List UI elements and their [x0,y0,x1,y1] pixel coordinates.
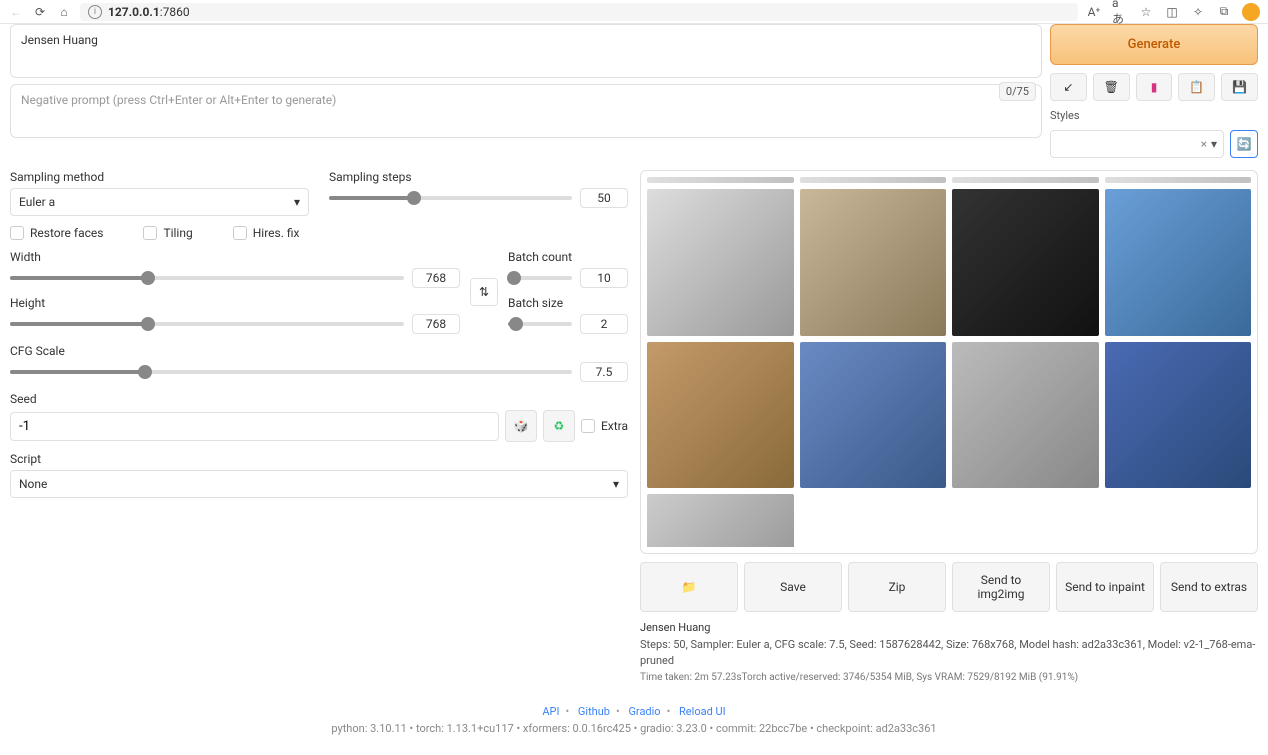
cfg-scale-value[interactable]: 7.5 [580,362,628,382]
sampling-method-label: Sampling method [10,170,309,184]
height-value[interactable]: 768 [412,314,460,334]
home-button[interactable]: ⌂ [56,4,72,20]
collections-icon[interactable]: ⧉ [1216,4,1232,20]
gallery-thumb[interactable] [952,177,1099,183]
seed-input[interactable] [10,412,499,441]
gallery-thumb[interactable] [1105,189,1252,336]
url-port: :7860 [160,5,190,19]
back-button[interactable]: ← [8,4,24,20]
footer-meta: python: 3.10.11 • torch: 1.13.1+cu117 • … [10,722,1258,735]
address-bar[interactable]: i 127.0.0.1:7860 [80,3,1078,21]
gallery-thumb[interactable] [800,189,947,336]
sampling-steps-value[interactable]: 50 [580,188,628,208]
url-host: 127.0.0.1 [108,5,160,19]
gallery-thumb[interactable] [647,342,794,489]
gallery-thumb[interactable] [1105,342,1252,489]
gallery-thumb[interactable] [952,189,1099,336]
recycle-button[interactable]: ♻ [543,410,575,442]
gallery-thumb[interactable] [800,342,947,489]
text-size-icon[interactable]: A⁺ [1086,4,1102,20]
height-label: Height [10,296,460,310]
gallery-thumb[interactable] [647,177,794,183]
styles-label: Styles [1050,109,1258,122]
gradio-link[interactable]: Gradio [628,705,660,718]
star-add-icon[interactable]: ✧ [1190,4,1206,20]
send-to-extras-button[interactable]: Send to extras [1160,562,1258,612]
sampling-steps-label: Sampling steps [329,170,628,184]
token-counter: 0/75 [999,82,1036,101]
gallery-thumb[interactable] [1105,177,1252,183]
dice-button[interactable]: 🎲 [505,410,537,442]
script-value: None [19,477,47,491]
batch-count-label: Batch count [508,250,628,264]
sampling-method-value: Euler a [19,195,55,209]
script-select[interactable]: None ▾ [10,470,628,498]
sampling-method-select[interactable]: Euler a ▾ [10,188,309,216]
save-button[interactable]: Save [744,562,842,612]
reload-ui-link[interactable]: Reload UI [679,705,726,718]
tiling-checkbox[interactable]: Tiling [143,226,192,240]
cfg-scale-slider[interactable] [10,370,572,374]
save-icon[interactable]: 💾 [1221,73,1258,101]
gallery-thumb[interactable] [800,177,947,183]
send-to-img2img-button[interactable]: Send to img2img [952,562,1050,612]
trash-icon[interactable]: 🗑 [1093,73,1130,101]
footer: API• Github• Gradio• Reload UI python: 3… [10,705,1258,735]
info-timing: Time taken: 2m 57.23sTorch active/reserv… [640,670,1258,685]
gallery-thumb[interactable] [647,189,794,336]
chevron-down-icon: ▾ [294,195,300,209]
generate-button[interactable]: Generate [1050,24,1258,65]
split-icon[interactable]: ◫ [1164,4,1180,20]
zip-button[interactable]: Zip [848,562,946,612]
browser-toolbar: ← ⟳ ⌂ i 127.0.0.1:7860 A⁺ aあ ☆ ◫ ✧ ⧉ [0,0,1268,24]
info-params: Steps: 50, Sampler: Euler a, CFG scale: … [640,637,1258,670]
output-gallery [640,170,1258,554]
translate-icon[interactable]: aあ [1112,4,1128,20]
width-label: Width [10,250,460,264]
chevron-down-icon: ▾ [613,477,619,491]
refresh-button[interactable]: ⟳ [32,4,48,20]
width-slider[interactable] [10,276,404,280]
script-label: Script [10,452,628,466]
styles-select[interactable]: × ▾ [1050,130,1224,158]
hires-fix-checkbox[interactable]: Hires. fix [233,226,300,240]
send-to-inpaint-button[interactable]: Send to inpaint [1056,562,1154,612]
sampling-steps-slider[interactable] [329,196,572,200]
swap-dimensions-button[interactable]: ⇅ [470,278,498,306]
generation-info: Jensen Huang Steps: 50, Sampler: Euler a… [640,620,1258,685]
profile-avatar[interactable] [1242,3,1260,21]
negative-prompt-input[interactable]: Negative prompt (press Ctrl+Enter or Alt… [10,84,1042,138]
width-value[interactable]: 768 [412,268,460,288]
batch-size-label: Batch size [508,296,628,310]
favorites-icon[interactable]: ☆ [1138,4,1154,20]
api-link[interactable]: API [542,705,559,718]
github-link[interactable]: Github [578,705,610,718]
prompt-input[interactable]: Jensen Huang [10,24,1042,78]
seed-label: Seed [10,392,628,406]
gallery-thumb[interactable] [952,342,1099,489]
batch-count-value[interactable]: 10 [580,268,628,288]
clipboard-icon[interactable]: 📋 [1178,73,1215,101]
caret-down-icon: ▾ [1211,137,1217,151]
browser-right-icons: A⁺ aあ ☆ ◫ ✧ ⧉ [1086,3,1260,21]
clear-icon[interactable]: × [1201,137,1207,151]
batch-size-value[interactable]: 2 [580,314,628,334]
batch-count-slider[interactable] [508,276,572,280]
cfg-scale-label: CFG Scale [10,344,628,358]
arrow-tool-icon[interactable]: ↙ [1050,73,1087,101]
info-icon: i [88,5,102,19]
gallery-thumb[interactable] [647,494,794,547]
extra-checkbox[interactable]: Extra [581,419,628,433]
batch-size-slider[interactable] [508,322,572,326]
open-folder-button[interactable]: 📁 [640,562,738,612]
height-slider[interactable] [10,322,404,326]
info-prompt: Jensen Huang [640,620,1258,637]
refresh-styles-button[interactable]: 🔄 [1230,130,1258,158]
restore-faces-checkbox[interactable]: Restore faces [10,226,103,240]
bookmark-icon[interactable]: ▮ [1136,73,1173,101]
